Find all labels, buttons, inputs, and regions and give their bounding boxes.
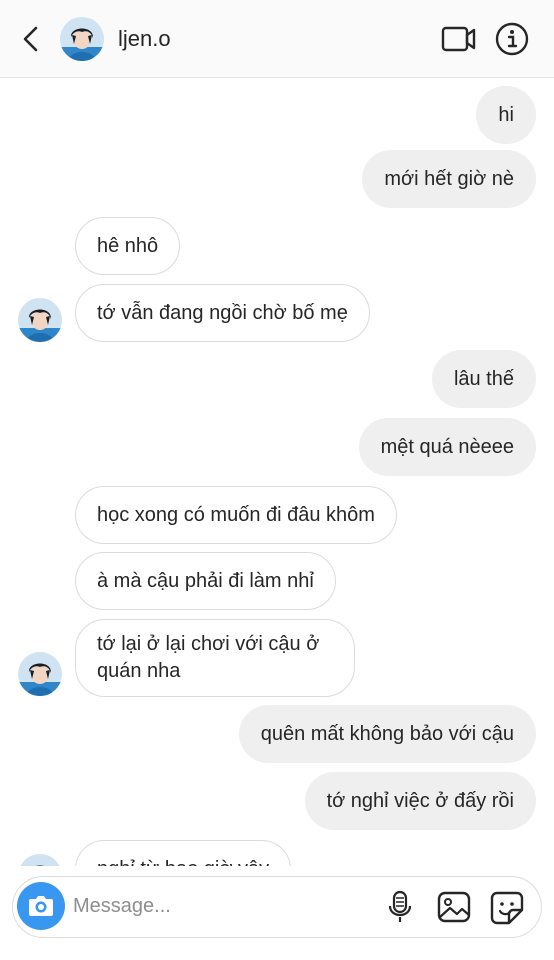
message-composer[interactable]: Message... bbox=[12, 876, 542, 938]
header-avatar[interactable] bbox=[60, 17, 104, 61]
info-button[interactable] bbox=[494, 21, 530, 57]
sent-message[interactable]: lâu thế bbox=[431, 350, 536, 408]
video-camera-icon bbox=[441, 26, 476, 52]
chevron-left-icon bbox=[23, 26, 38, 52]
microphone-icon bbox=[388, 890, 412, 922]
info-icon bbox=[495, 22, 529, 56]
sticker-button[interactable] bbox=[489, 890, 525, 926]
camera-icon bbox=[29, 896, 53, 916]
gallery-button[interactable] bbox=[437, 890, 471, 924]
sent-message[interactable]: mới hết giờ nè bbox=[362, 150, 536, 208]
received-message[interactable]: nghỉ từ bao giờ vậy bbox=[75, 840, 292, 866]
sent-message[interactable]: mệt quá nèeee bbox=[358, 418, 536, 476]
sticker-icon bbox=[490, 891, 524, 925]
received-message[interactable]: tớ vẫn đang ngồi chờ bố mẹ bbox=[75, 284, 370, 342]
sender-avatar[interactable] bbox=[18, 298, 62, 342]
received-message[interactable]: tớ lại ở lại chơi với cậu ở quán nha bbox=[75, 619, 355, 697]
voice-message-button[interactable] bbox=[385, 890, 415, 924]
sender-avatar[interactable] bbox=[18, 854, 62, 866]
received-message[interactable]: à mà cậu phải đi làm nhỉ bbox=[75, 552, 336, 610]
camera-button[interactable] bbox=[17, 882, 65, 930]
sent-message[interactable]: quên mất không bảo với cậu bbox=[238, 705, 536, 763]
received-message[interactable]: học xong có muốn đi đâu khôm bbox=[75, 486, 397, 544]
chat-header: ljen.o bbox=[0, 0, 554, 78]
header-username[interactable]: ljen.o bbox=[118, 26, 171, 52]
received-message[interactable]: hê nhô bbox=[75, 217, 181, 275]
sent-message[interactable]: hi bbox=[476, 86, 536, 144]
sent-message[interactable]: tớ nghỉ việc ở đấy rồi bbox=[304, 772, 536, 830]
back-button[interactable] bbox=[14, 22, 48, 56]
message-input[interactable]: Message... bbox=[73, 895, 171, 918]
video-call-button[interactable] bbox=[440, 23, 478, 55]
sender-avatar[interactable] bbox=[18, 652, 62, 696]
image-icon bbox=[437, 891, 471, 923]
message-thread[interactable]: hi mới hết giờ nè hê nhô tớ vẫn đang ngồ… bbox=[0, 78, 554, 866]
